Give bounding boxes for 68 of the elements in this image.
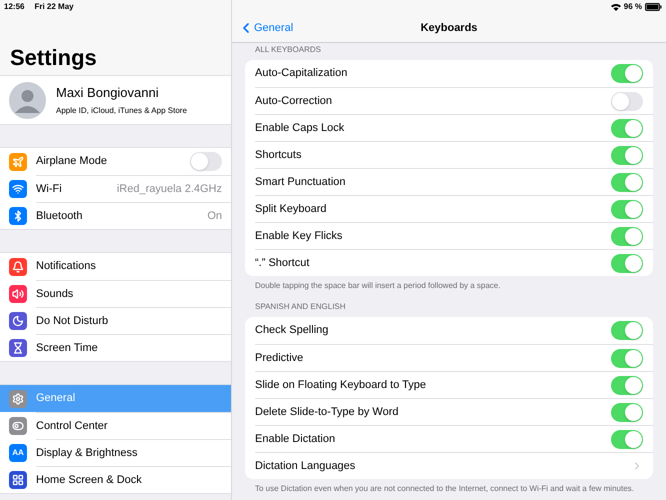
toggle-switch[interactable] xyxy=(611,402,643,422)
toggle-switch[interactable] xyxy=(611,430,643,448)
section-footer: Double tapping the space bar will insert a period followed by a space. xyxy=(245,276,653,291)
toggle-switch[interactable] xyxy=(611,200,643,218)
row-label: “.” Shortcut xyxy=(255,256,310,271)
battery-percent: 96 % xyxy=(624,1,642,13)
item-label: Display & Brightness xyxy=(36,446,138,461)
row-label: Auto-Capitalization xyxy=(255,66,348,82)
toggle-switch[interactable] xyxy=(611,146,643,164)
row-label: Predictive xyxy=(255,350,304,366)
gear-icon xyxy=(9,390,27,408)
item-label: Sounds xyxy=(36,286,74,302)
row-label: Dictation Languages xyxy=(255,458,356,474)
row-label: Enable Dictation xyxy=(255,432,336,447)
profile-subtitle: Apple ID, iCloud, iTunes & App Store xyxy=(56,104,187,117)
moon-icon xyxy=(9,312,27,330)
profile-card[interactable]: Maxi Bongiovanni Apple ID, iCloud, iTunes & App Store xyxy=(0,75,231,125)
toggle-switch[interactable] xyxy=(611,254,643,272)
section-header: SPANISH AND ENGLISH xyxy=(254,301,347,313)
item-label: General xyxy=(36,391,76,406)
toggle-switch[interactable] xyxy=(190,152,222,171)
text-size-icon: AA xyxy=(9,444,27,462)
toggle-switch[interactable] xyxy=(611,321,643,340)
toggle-switch[interactable] xyxy=(611,118,643,138)
item-label: Wi-Fi xyxy=(36,182,63,197)
wifi-icon xyxy=(9,180,27,198)
avatar-icon xyxy=(9,82,46,118)
row-label: Auto-Correction xyxy=(255,94,334,109)
item-label: Home Screen & Dock xyxy=(36,472,143,488)
back-button[interactable]: General xyxy=(232,20,294,36)
item-label: Bluetooth xyxy=(36,208,84,224)
item-label: Airplane Mode xyxy=(36,154,108,170)
battery-icon xyxy=(645,3,662,11)
hourglass-icon xyxy=(9,338,27,356)
grid-icon xyxy=(9,470,27,488)
item-label: Control Center xyxy=(36,418,109,434)
item-label: Do Not Disturb xyxy=(36,314,110,329)
row-label: Smart Punctuation xyxy=(255,174,346,190)
toggle-switch[interactable] xyxy=(611,376,643,394)
row-label: Check Spelling xyxy=(255,323,330,338)
toggle-switch[interactable] xyxy=(611,226,643,246)
toggle-switch[interactable] xyxy=(611,64,643,83)
switches-icon xyxy=(9,416,27,434)
row-label: Enable Caps Lock xyxy=(255,120,346,136)
row-label: Enable Key Flicks xyxy=(255,228,344,244)
section-footer: To use Dictation even when you are not connected to the Internet, connect to Wi-Fi and wait a few minutes. xyxy=(245,479,653,494)
status-date: Fri 22 May xyxy=(34,1,74,13)
status-time: 12:56 xyxy=(4,1,24,13)
item-label: Screen Time xyxy=(36,340,99,356)
page-title: Keyboards xyxy=(420,20,478,36)
settings-title: Settings xyxy=(10,47,97,69)
row-label: Split Keyboard xyxy=(255,202,328,217)
toggle-switch[interactable] xyxy=(611,348,643,368)
item-value: On xyxy=(207,208,222,224)
profile-name: Maxi Bongiovanni xyxy=(56,84,160,102)
wifi-signal-icon xyxy=(610,3,621,11)
section-header: ALL KEYBOARDS xyxy=(254,44,322,56)
row-label: Shortcuts xyxy=(255,148,302,163)
speaker-icon xyxy=(9,284,27,302)
row-label: Slide on Floating Keyboard to Type xyxy=(255,378,428,393)
bluetooth-icon xyxy=(9,206,27,224)
item-value: iRed_rayuela 2.4GHz xyxy=(116,182,222,197)
notification-icon xyxy=(9,258,27,276)
toggle-switch[interactable] xyxy=(611,172,643,192)
toggle-switch[interactable] xyxy=(611,92,643,110)
airplane-icon xyxy=(9,152,27,170)
item-label: Notifications xyxy=(36,259,97,274)
row-label: Delete Slide-to-Type by Word xyxy=(255,404,400,420)
